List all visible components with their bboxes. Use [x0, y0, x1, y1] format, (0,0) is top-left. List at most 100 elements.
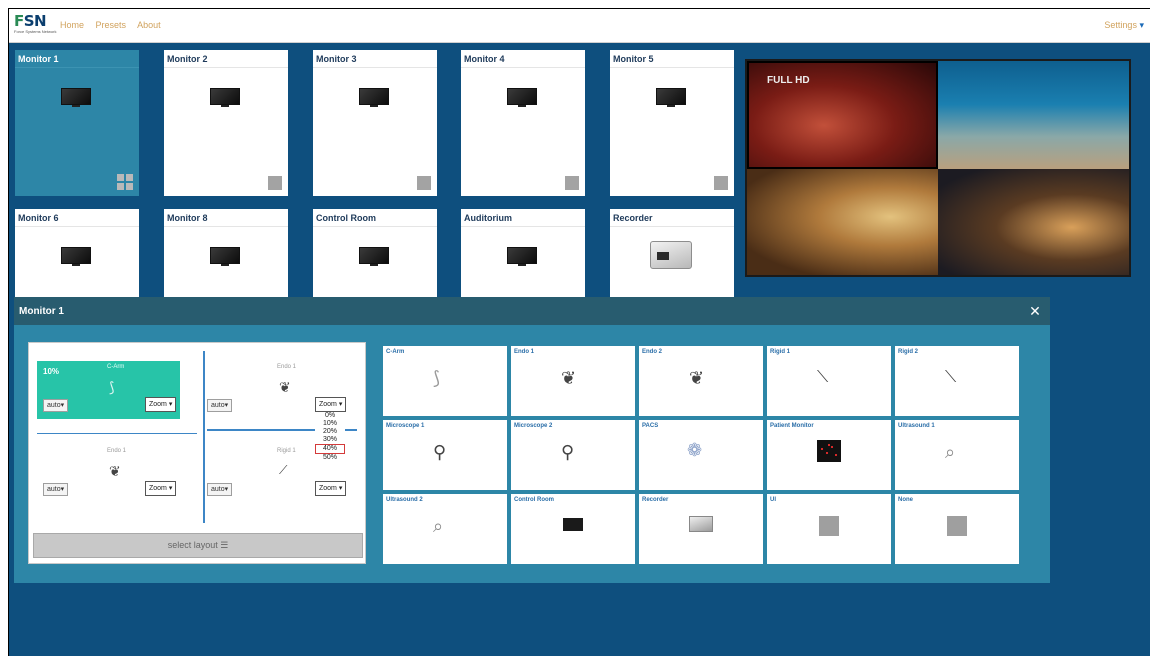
layout-grid-icon[interactable]	[117, 174, 133, 190]
source-tile-rigid-1[interactable]: Rigid 1 ⟍	[767, 346, 891, 416]
monitor-icon	[359, 247, 389, 267]
auto-dropdown[interactable]: auto▾	[43, 483, 69, 496]
source-tile-ultrasound-2[interactable]: Ultrasound 2 ⌕	[383, 494, 507, 564]
monitor-label: Monitor 4	[464, 54, 505, 64]
monitor-label: Monitor 3	[316, 54, 357, 64]
source-label: Endo 1	[514, 349, 535, 355]
monitor-icon	[563, 518, 583, 531]
auto-label: auto	[47, 402, 61, 409]
layout-quadrant-3[interactable]: Endo 1 ❦ auto▾ Zoom ▾	[37, 435, 195, 515]
monitor-label: Monitor 2	[167, 54, 208, 64]
source-tile-ultrasound-1[interactable]: Ultrasound 1 ⌕	[895, 420, 1019, 490]
monitor-icon	[359, 88, 389, 108]
top-nav: FSN Force Systems Network Home Presets A…	[9, 9, 1150, 43]
chevron-down-icon: ▾	[338, 401, 343, 408]
zoom-option[interactable]: 0%	[315, 412, 345, 420]
single-layout-icon[interactable]	[714, 176, 728, 190]
source-tile-ui[interactable]: UI	[767, 494, 891, 564]
zoom-option[interactable]: 50%	[315, 454, 345, 462]
list-icon: ☰	[220, 540, 229, 550]
settings-menu[interactable]: Settings ▾	[1104, 20, 1144, 31]
monitor-tile-control-room[interactable]: Control Room	[313, 209, 437, 299]
monitor-tile-1[interactable]: Monitor 1	[15, 50, 139, 196]
monitor-tile-2[interactable]: Monitor 2	[164, 50, 288, 196]
zoom-dropdown[interactable]: Zoom ▾	[315, 481, 347, 496]
source-label: PACS	[642, 423, 659, 429]
monitor-tile-auditorium[interactable]: Auditorium	[461, 209, 585, 299]
zoom-dropdown[interactable]: Zoom ▾	[315, 397, 347, 412]
zoom-label: Zoom	[319, 485, 337, 492]
monitor-label: Auditorium	[464, 213, 512, 223]
microscope-icon: ⚲	[561, 442, 575, 462]
source-tile-none[interactable]: None	[895, 494, 1019, 564]
monitor-tile-3[interactable]: Monitor 3	[313, 50, 437, 196]
source-tile-endo-1[interactable]: Endo 1 ❦	[511, 346, 635, 416]
zoom-option[interactable]: 30%	[315, 436, 345, 444]
monitor-tile-recorder[interactable]: Recorder	[610, 209, 734, 299]
ultrasound-probe-icon: ⌕	[433, 516, 444, 536]
chevron-down-icon: ▾	[224, 402, 229, 409]
source-label: Ultrasound 2	[386, 497, 423, 503]
auto-dropdown[interactable]: auto▾	[207, 399, 233, 412]
zoom-option[interactable]: 10%	[315, 420, 345, 428]
app-window: FSN Force Systems Network Home Presets A…	[8, 8, 1150, 656]
source-tile-microscope-2[interactable]: Microscope 2 ⚲	[511, 420, 635, 490]
single-layout-icon[interactable]	[268, 176, 282, 190]
zoom-label: Zoom	[149, 401, 167, 408]
source-tile-control-room[interactable]: Control Room	[511, 494, 635, 564]
chevron-down-icon: ▾	[60, 402, 65, 409]
logo-mark: FSN	[14, 12, 47, 30]
chevron-down-icon: ▾	[338, 485, 343, 492]
fsn-logo[interactable]: FSN Force Systems Network	[14, 12, 56, 38]
close-icon[interactable]: ✕	[1028, 304, 1042, 318]
source-tile-endo-2[interactable]: Endo 2 ❦	[639, 346, 763, 416]
monitor-icon	[507, 247, 537, 267]
monitor-tile-4[interactable]: Monitor 4	[461, 50, 585, 196]
preview-quadrant-1: FULL HD	[747, 61, 938, 169]
auto-label: auto	[211, 402, 225, 409]
tile-divider	[461, 226, 585, 227]
monitor-tile-6[interactable]: Monitor 6	[15, 209, 139, 299]
nav-link-about[interactable]: About	[137, 20, 161, 30]
layout-divider-horizontal-left[interactable]	[37, 433, 197, 434]
auto-dropdown[interactable]: auto▾	[43, 399, 69, 412]
monitor-tile-5[interactable]: Monitor 5	[610, 50, 734, 196]
patient-monitor-icon	[817, 440, 841, 462]
monitor-icon	[656, 88, 686, 108]
endoscope-icon: ❦	[279, 379, 291, 395]
chevron-down-icon: ▾	[224, 486, 229, 493]
monitor-tile-8[interactable]: Monitor 8	[164, 209, 288, 299]
source-tile-microscope-1[interactable]: Microscope 1 ⚲	[383, 420, 507, 490]
single-layout-icon[interactable]	[565, 176, 579, 190]
source-label: Recorder	[642, 497, 669, 503]
auto-label: auto	[211, 486, 225, 493]
monitor-icon	[507, 88, 537, 108]
quadrant-source-name: Endo 1	[107, 448, 127, 454]
source-label: Microscope 2	[514, 423, 553, 429]
endoscope-icon: ❦	[689, 368, 705, 388]
rigid-scope-icon: ⟍	[817, 369, 829, 386]
source-label: Rigid 2	[898, 349, 919, 355]
nav-link-presets[interactable]: Presets	[96, 20, 127, 30]
source-tile-c-arm[interactable]: C-Arm ⟆	[383, 346, 507, 416]
single-layout-icon[interactable]	[417, 176, 431, 190]
placeholder-icon	[819, 516, 839, 536]
layout-quadrant-1[interactable]: 10% C-Arm ⟆ auto▾ Zoom ▾	[37, 351, 195, 431]
zoom-dropdown[interactable]: Zoom ▾	[145, 397, 177, 412]
preview-overlay-text: FULL HD	[767, 75, 810, 86]
zoom-dropdown[interactable]: Zoom ▾	[145, 481, 177, 496]
nav-link-home[interactable]: Home	[60, 20, 84, 30]
tile-divider	[164, 226, 288, 227]
source-tile-patient-monitor[interactable]: Patient Monitor	[767, 420, 891, 490]
layout-divider-vertical[interactable]	[203, 351, 205, 523]
source-tile-rigid-2[interactable]: Rigid 2 ⟍	[895, 346, 1019, 416]
zoom-option-highlighted[interactable]: 40%	[315, 444, 345, 454]
zoom-option[interactable]: 20%	[315, 428, 345, 436]
xray-icon: ❁	[687, 440, 703, 460]
source-tile-recorder[interactable]: Recorder	[639, 494, 763, 564]
video-preview[interactable]: FULL HD	[745, 59, 1131, 277]
source-tile-pacs[interactable]: PACS ❁	[639, 420, 763, 490]
auto-dropdown[interactable]: auto▾	[207, 483, 233, 496]
zoom-options-menu: 0% 10% 20% 30% 40% 50%	[315, 412, 345, 462]
select-layout-button[interactable]: select layout ☰	[33, 533, 363, 558]
